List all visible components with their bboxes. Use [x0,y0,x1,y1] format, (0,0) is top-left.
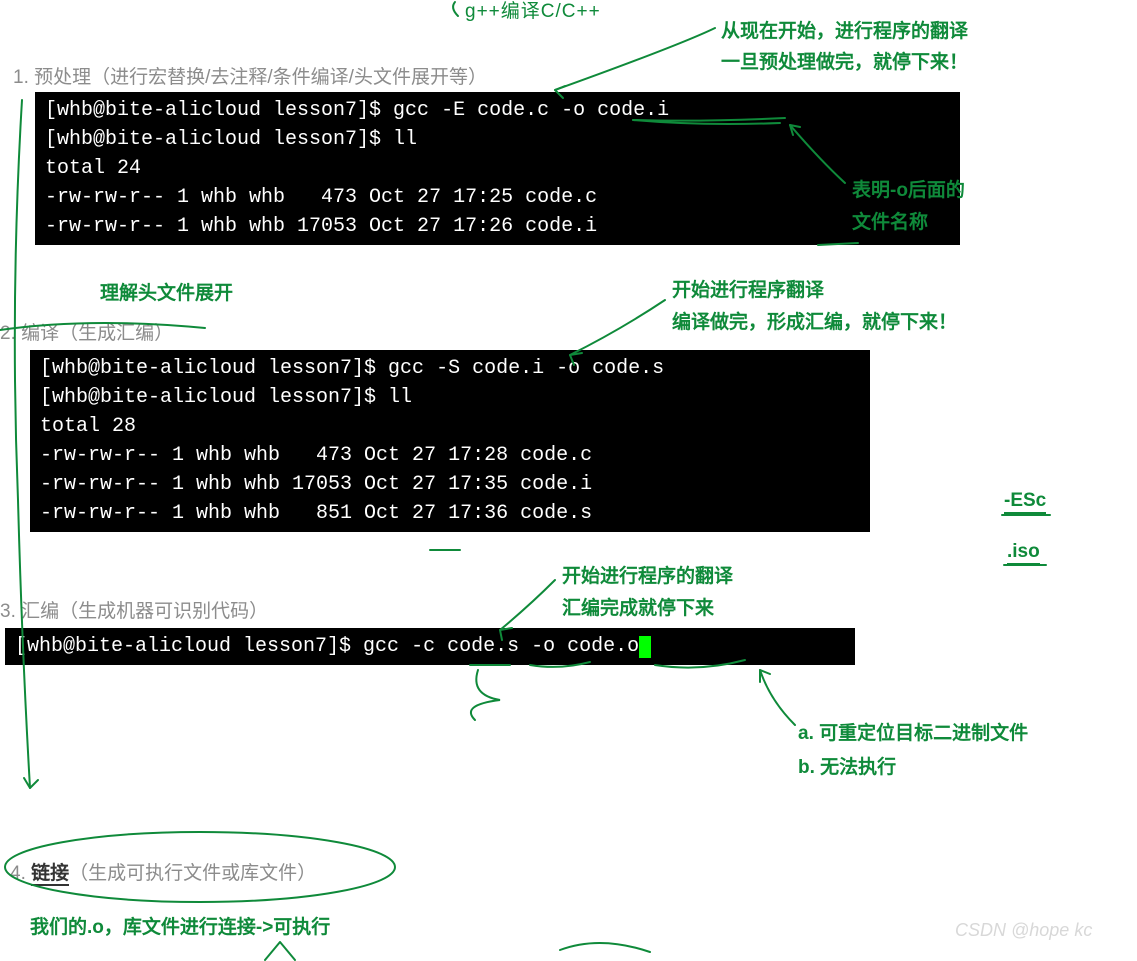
step-4-tail: （生成可执行文件或库文件） [69,863,316,884]
annot-start-translate: 从现在开始，进行程序的翻译 [721,16,968,43]
annot-assembly-2: 汇编完成就停下来 [562,593,714,620]
annot-esc: -ESc [1004,490,1046,514]
terminal-3: [whb@bite-alicloud lesson7]$ gcc -c code… [5,628,855,665]
step-4-link-word: 链接 [31,863,69,886]
step-4-num: 4. [10,863,31,884]
top-note: g++编译C/C++ [465,0,601,23]
annot-o-filename-2: 文件名称 [852,207,928,234]
annot-assembly-1: 开始进行程序的翻译 [562,561,733,588]
cursor-icon [639,636,651,658]
annot-stop-after-preprocess: 一旦预处理做完，就停下来！ [721,47,968,74]
annot-compile-1: 开始进行程序翻译 [672,275,824,302]
annot-o-filename-1: 表明-o后面的 [852,175,965,202]
watermark: CSDN @hope kc [955,920,1092,941]
annot-header-expand: 理解头文件展开 [100,278,233,305]
terminal-2: [whb@bite-alicloud lesson7]$ gcc -S code… [30,350,870,532]
annot-obj-a: a. 可重定位目标二进制文件 [798,718,1028,745]
annot-link-note: 我们的.o，库文件进行连接->可执行 [30,912,330,939]
step-2-heading: 2. 编译（生成汇编） [0,318,173,345]
terminal-1: [whb@bite-alicloud lesson7]$ gcc -E code… [35,92,960,245]
annot-compile-2: 编译做完，形成汇编，就停下来！ [672,307,957,334]
annot-iso: .iso [1007,541,1040,565]
step-1-heading: 1. 预处理（进行宏替换/去注释/条件编译/头文件展开等） [13,62,487,89]
annot-obj-b: b. 无法执行 [798,752,896,779]
step-3-heading: 3. 汇编（生成机器可识别代码） [0,596,268,623]
step-4-heading: 4. 链接（生成可执行文件或库文件） [10,858,316,885]
